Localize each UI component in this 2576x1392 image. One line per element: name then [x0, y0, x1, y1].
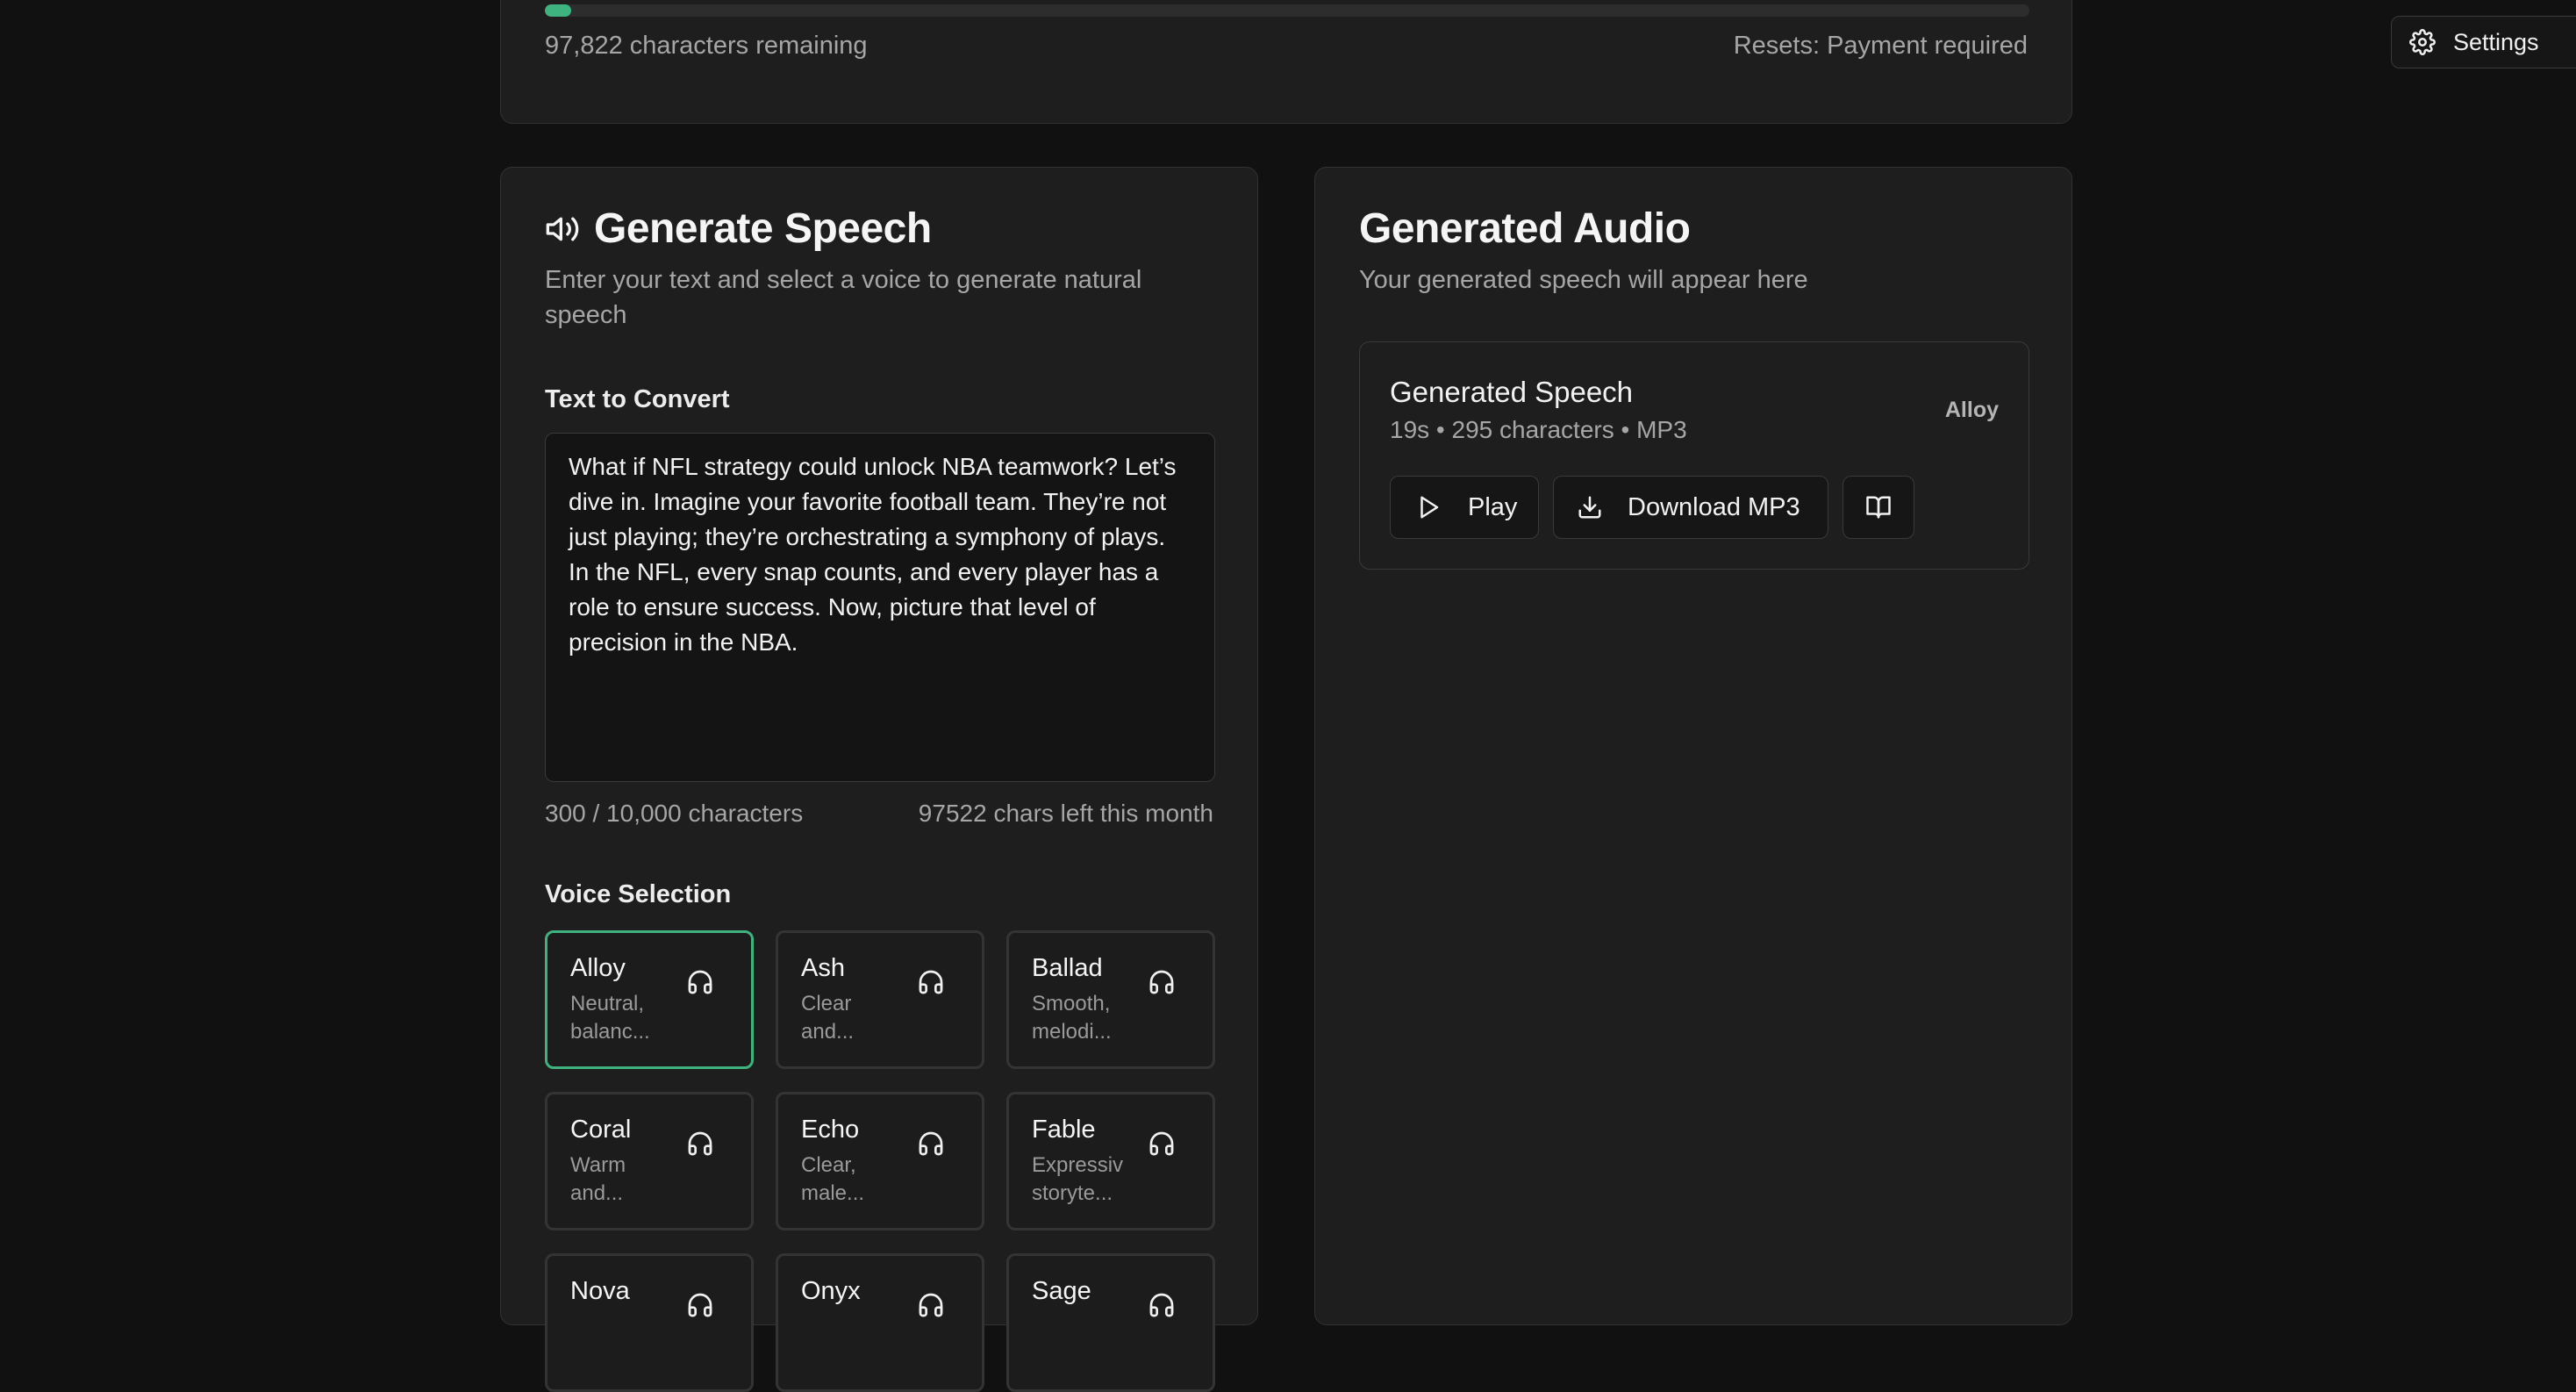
audio-item-title: Generated Speech — [1390, 376, 1634, 408]
generate-speech-title: Generate Speech — [594, 205, 932, 252]
text-to-convert-label: Text to Convert — [545, 385, 730, 413]
download-icon — [1578, 496, 1601, 519]
voice-card-coral[interactable]: Coral Warm and... — [545, 1092, 754, 1231]
voice-grid: Alloy Neutral, balanc... Ash Clear and... Ba… — [545, 930, 1215, 1392]
play-label: Play — [1468, 492, 1518, 521]
transcript-button[interactable] — [1843, 476, 1914, 539]
usage-card: 97,822 characters remaining Resets: Paym… — [500, 0, 2072, 124]
voice-selection-label: Voice Selection — [545, 880, 732, 908]
usage-progress-fill — [545, 4, 572, 17]
voice-name: Alloy — [570, 954, 626, 982]
voice-name: Fable — [1032, 1116, 1096, 1144]
download-mp3-button[interactable]: Download MP3 — [1553, 476, 1828, 539]
voice-description: Warm and... — [570, 1153, 626, 1205]
voice-card-echo[interactable]: Echo Clear, male... — [776, 1092, 984, 1231]
voice-name: Ballad — [1032, 954, 1103, 982]
voice-card-onyx[interactable]: Onyx — [776, 1253, 984, 1392]
character-count: 300 / 10,000 characters — [545, 800, 804, 827]
voice-card-sage[interactable]: Sage — [1006, 1253, 1215, 1392]
book-open-icon — [1866, 496, 1891, 519]
voice-name: Echo — [801, 1116, 860, 1144]
voice-card-ballad[interactable]: Ballad Smooth, melodi... — [1006, 930, 1215, 1069]
voice-name: Coral — [570, 1116, 632, 1144]
chars-left-month: 97522 chars left this month — [918, 800, 1213, 827]
download-label: Download MP3 — [1628, 492, 1800, 521]
characters-remaining: 97,822 characters remaining — [545, 32, 868, 60]
headphones-icon[interactable] — [1148, 1130, 1176, 1158]
play-icon — [1420, 496, 1439, 519]
voice-description: Expressiv storyte... — [1032, 1153, 1124, 1205]
headphones-icon[interactable] — [917, 1130, 945, 1158]
voice-description: Neutral, balanc... — [570, 992, 650, 1044]
generated-audio-heading: Generated Audio — [1359, 204, 1691, 253]
headphones-icon[interactable] — [686, 1291, 714, 1319]
generate-speech-panel: Generate Speech Enter your text and sele… — [500, 167, 1258, 1392]
audio-item-card: Generated Speech 19s • 295 characters • … — [1359, 341, 2029, 570]
audio-item-meta: 19s • 295 characters • MP3 — [1390, 416, 1687, 443]
settings-label: Settings — [2453, 28, 2539, 55]
voice-name: Onyx — [801, 1277, 861, 1305]
gear-icon — [2409, 29, 2436, 55]
voice-card-nova[interactable]: Nova — [545, 1253, 754, 1392]
voice-description: Clear and... — [801, 992, 855, 1044]
generated-audio-panel: Generated Audio Your generated speech wi… — [1314, 167, 2072, 1325]
generated-audio-subtitle: Your generated speech will appear here — [1359, 266, 1808, 294]
voice-description: Smooth, melodi... — [1032, 992, 1112, 1044]
headphones-icon[interactable] — [686, 1130, 714, 1158]
generated-audio-title: Generated Audio — [1359, 205, 1691, 252]
voice-name: Sage — [1032, 1277, 1091, 1305]
voice-name: Ash — [801, 954, 845, 982]
voice-name: Nova — [570, 1277, 630, 1305]
voice-card-fable[interactable]: Fable Expressiv storyte... — [1006, 1092, 1215, 1231]
usage-progress-bar — [545, 4, 2029, 17]
headphones-icon[interactable] — [917, 968, 945, 996]
generate-speech-heading: Generate Speech — [545, 204, 932, 253]
voice-card-alloy[interactable]: Alloy Neutral, balanc... — [545, 930, 754, 1069]
resets-text: Resets: Payment required — [1733, 32, 2028, 60]
voice-description: Clear, male... — [801, 1153, 865, 1205]
headphones-icon[interactable] — [1148, 968, 1176, 996]
audio-item-voice: Alloy — [1944, 398, 1999, 422]
settings-button[interactable]: Settings — [2391, 16, 2576, 68]
headphones-icon[interactable] — [1148, 1291, 1176, 1319]
headphones-icon[interactable] — [917, 1291, 945, 1319]
play-button[interactable]: Play — [1390, 476, 1539, 539]
generate-speech-subtitle: Enter your text and select a voice to ge… — [545, 266, 1142, 329]
voice-card-ash[interactable]: Ash Clear and... — [776, 930, 984, 1069]
speaker-icon — [546, 217, 579, 240]
text-to-convert-input[interactable]: What if NFL strategy could unlock NBA te… — [545, 433, 1215, 782]
headphones-icon[interactable] — [686, 968, 714, 996]
